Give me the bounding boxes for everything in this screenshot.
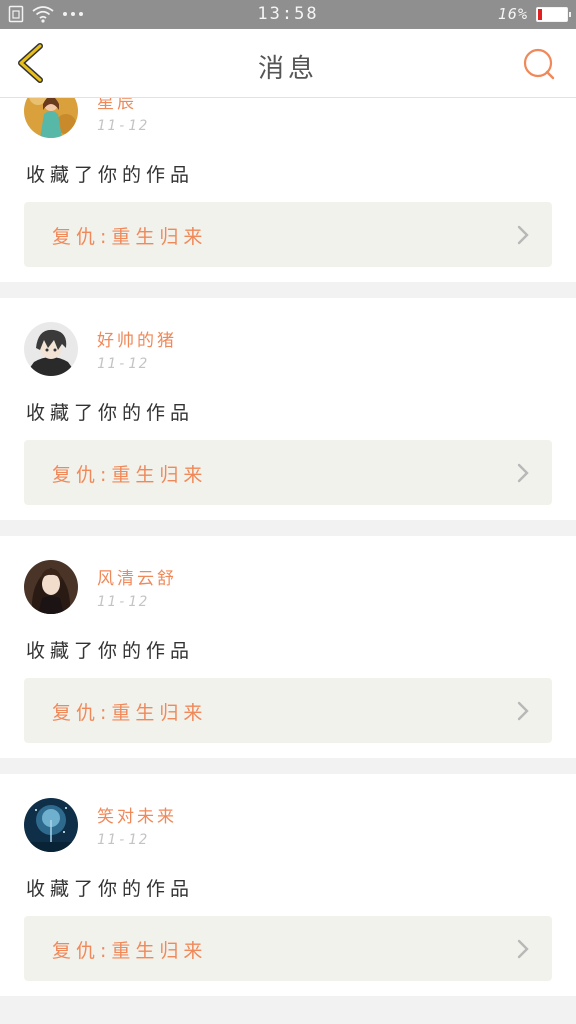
notification-card: 星辰 11-12 收藏了你的作品 复仇:重生归来	[0, 98, 576, 282]
notification-date: 11-12	[97, 356, 150, 372]
action-text: 收藏了你的作品	[26, 402, 195, 424]
notification-card: 风清云舒 11-12 收藏了你的作品 复仇:重生归来	[0, 536, 576, 758]
notification-card: 笑对未来 11-12 收藏了你的作品 复仇:重生归来	[0, 774, 576, 996]
action-text: 收藏了你的作品	[26, 878, 195, 900]
avatar[interactable]	[24, 798, 78, 852]
work-link[interactable]: 复仇:重生归来	[24, 678, 552, 743]
work-link[interactable]: 复仇:重生归来	[24, 440, 552, 505]
username[interactable]: 风清云舒	[97, 564, 177, 589]
username[interactable]: 笑对未来	[97, 802, 177, 827]
action-text: 收藏了你的作品	[26, 164, 195, 186]
battery-level-fill	[538, 8, 542, 20]
status-bar: 13:58 16%	[0, 0, 576, 29]
avatar[interactable]	[24, 98, 78, 138]
status-right: 16%	[497, 5, 571, 23]
avatar[interactable]	[24, 560, 78, 614]
battery-percent: 16%	[497, 5, 528, 23]
chevron-right-icon	[517, 701, 529, 721]
notification-card: 好帅的猪 11-12 收藏了你的作品 复仇:重生归来	[0, 298, 576, 520]
work-title: 复仇:重生归来	[52, 702, 208, 724]
battery-icon	[536, 6, 571, 22]
work-link[interactable]: 复仇:重生归来	[24, 202, 552, 267]
notification-date: 11-12	[97, 118, 150, 134]
header: 消息	[0, 29, 576, 98]
work-title: 复仇:重生归来	[52, 940, 208, 962]
notification-list[interactable]: 星辰 11-12 收藏了你的作品 复仇:重生归来 好帅的猪 11-12 收藏了你…	[0, 98, 576, 1024]
work-title: 复仇:重生归来	[52, 226, 208, 248]
notification-list-inner: 星辰 11-12 收藏了你的作品 复仇:重生归来 好帅的猪 11-12 收藏了你…	[0, 98, 576, 1012]
action-text: 收藏了你的作品	[26, 640, 195, 662]
status-time: 13:58	[257, 4, 319, 24]
notification-date: 11-12	[97, 832, 150, 848]
page-title: 消息	[257, 54, 318, 84]
chevron-right-icon	[517, 225, 529, 245]
search-button[interactable]	[522, 47, 556, 81]
notification-date: 11-12	[97, 594, 150, 610]
avatar[interactable]	[24, 322, 78, 376]
search-icon	[523, 48, 555, 80]
work-title: 复仇:重生归来	[52, 464, 208, 486]
username[interactable]: 好帅的猪	[97, 326, 177, 351]
work-link[interactable]: 复仇:重生归来	[24, 916, 552, 981]
username[interactable]: 星辰	[97, 98, 137, 113]
chevron-right-icon	[517, 463, 529, 483]
chevron-right-icon	[517, 939, 529, 959]
